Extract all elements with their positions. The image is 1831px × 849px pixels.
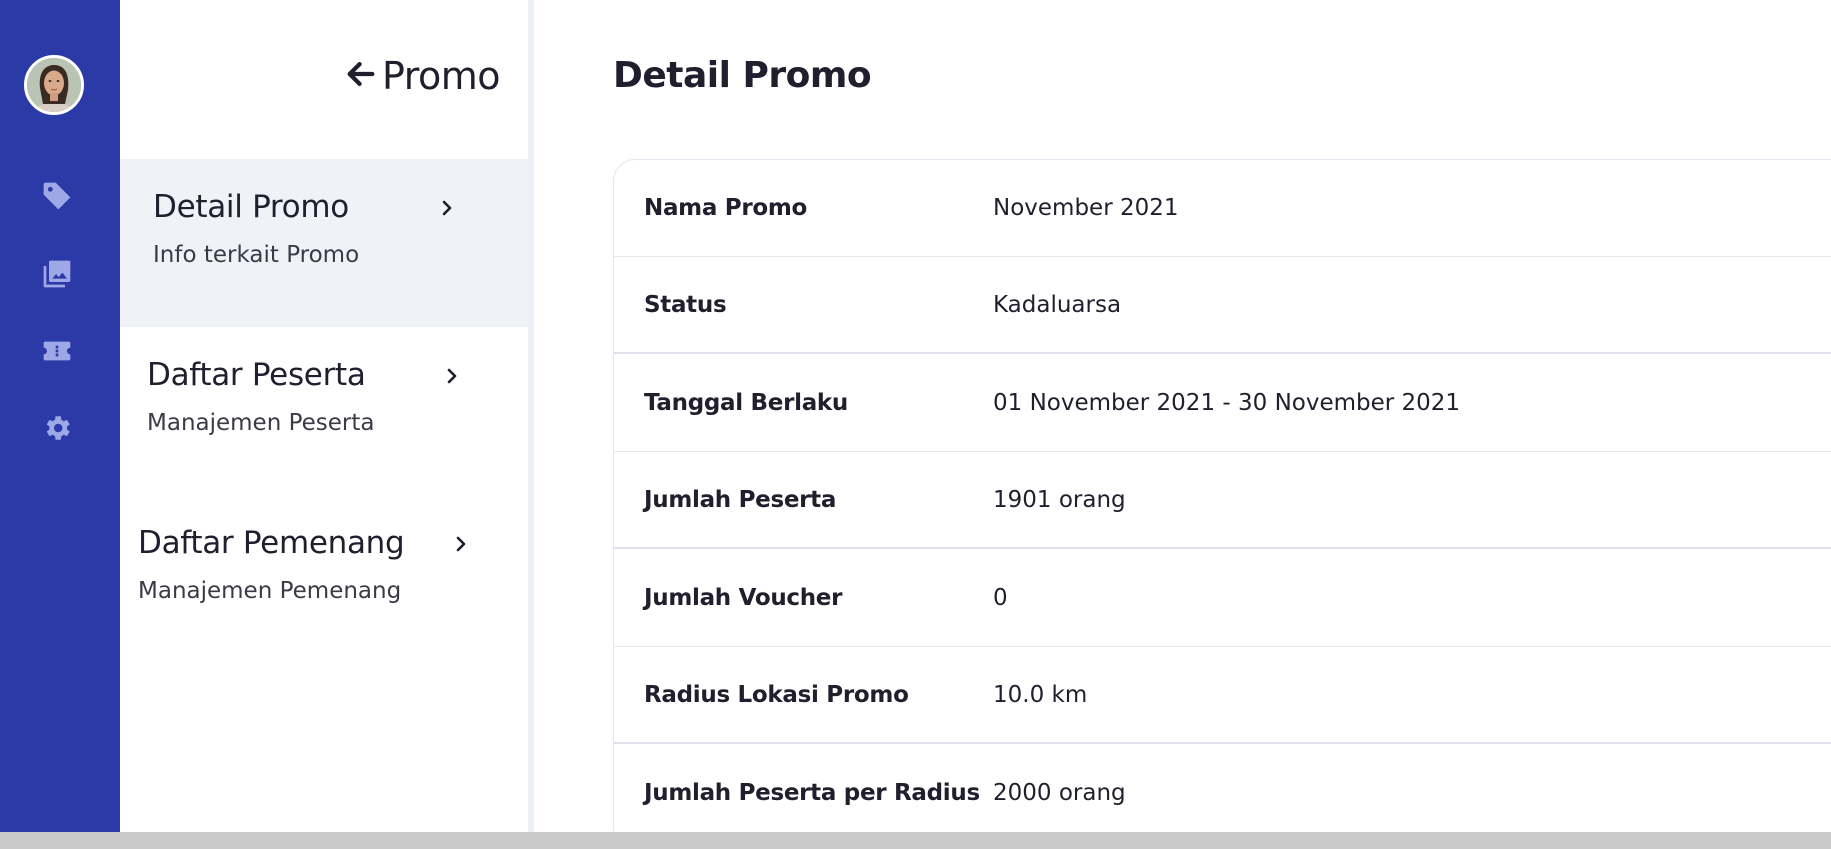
chevron-right-icon [452,535,470,553]
chevron-right-icon [438,199,456,217]
sidebar-item-title: Daftar Peserta [147,357,366,393]
detail-value: 2000 orang [993,780,1126,806]
detail-value: 01 November 2021 - 30 November 2021 [993,390,1461,416]
arrow-left-icon [344,57,378,95]
back-to-promo-link[interactable]: Promo [344,54,501,98]
detail-row-status: Status Kadaluarsa [614,257,1831,354]
avatar[interactable] [24,55,84,115]
detail-value: Kadaluarsa [993,291,1122,318]
detail-row-tanggal-berlaku: Tanggal Berlaku 01 November 2021 - 30 No… [614,355,1831,452]
detail-value: 0 [993,585,1008,611]
sidebar-item-title: Detail Promo [153,189,349,225]
promo-detail-card: Nama Promo November 2021 Status Kadaluar… [613,159,1831,849]
sidebar-item-title: Daftar Pemenang [138,525,405,561]
detail-row-peserta-per-radius: Jumlah Peserta per Radius 2000 orang [614,745,1831,842]
page-title: Detail Promo [613,55,872,96]
chevron-right-icon [443,367,461,385]
tag-icon[interactable] [39,178,75,214]
detail-label: Status [644,291,727,318]
horizontal-scrollbar[interactable] [0,832,1831,849]
sidebar-item-detail-promo[interactable]: Detail Promo Info terkait Promo [120,159,528,327]
detail-row-jumlah-peserta: Jumlah Peserta 1901 orang [614,452,1831,549]
gear-icon[interactable] [39,410,75,446]
detail-label: Jumlah Peserta per Radius [644,780,980,806]
main-content: Detail Promo Nama Promo November 2021 St… [534,0,1831,849]
sidebar-item-daftar-pemenang[interactable]: Daftar Pemenang Manajemen Pemenang [120,495,528,663]
detail-row-radius-lokasi: Radius Lokasi Promo 10.0 km [614,647,1831,744]
sidebar-item-subtitle: Info terkait Promo [153,242,360,268]
detail-value: 10.0 km [993,681,1088,708]
detail-label: Tanggal Berlaku [644,390,849,416]
detail-value: November 2021 [993,195,1179,221]
detail-label: Jumlah Voucher [644,585,843,611]
detail-label: Radius Lokasi Promo [644,681,909,708]
sidebar-item-daftar-peserta[interactable]: Daftar Peserta Manajemen Peserta [120,327,528,495]
detail-label: Nama Promo [644,195,808,221]
back-label: Promo [382,54,501,98]
sidebar-item-subtitle: Manajemen Peserta [147,410,375,436]
detail-row-jumlah-voucher: Jumlah Voucher 0 [614,550,1831,647]
promo-sidebar: Promo Detail Promo Info terkait Promo Da… [120,0,528,832]
image-gallery-icon[interactable] [39,256,75,292]
ticket-icon[interactable] [39,333,75,369]
sidebar-item-subtitle: Manajemen Pemenang [138,578,402,604]
detail-row-nama-promo: Nama Promo November 2021 [614,160,1831,257]
detail-value: 1901 orang [993,486,1126,513]
detail-label: Jumlah Peserta [644,486,837,513]
icon-rail [0,0,120,832]
